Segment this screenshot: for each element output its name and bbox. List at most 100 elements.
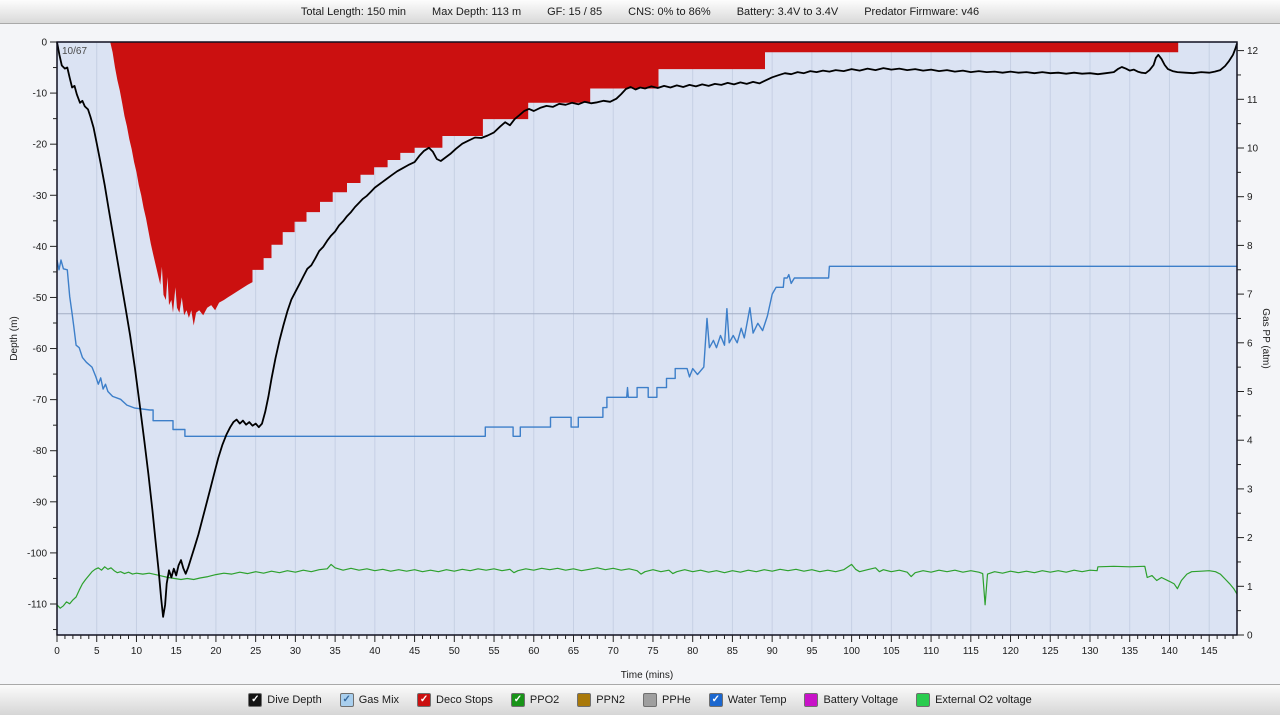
- checkbox-gas-mix[interactable]: ✓: [339, 693, 354, 707]
- svg-text:5: 5: [94, 646, 100, 657]
- svg-text:90: 90: [767, 646, 779, 657]
- svg-text:0: 0: [54, 646, 60, 657]
- svg-text:105: 105: [883, 646, 900, 657]
- checkbox-ppo2[interactable]: ✓: [510, 693, 525, 707]
- svg-text:35: 35: [330, 646, 342, 657]
- legend-item-external-o2[interactable]: External O2 voltage: [916, 693, 1032, 707]
- svg-text:45: 45: [409, 646, 421, 657]
- svg-text:-30: -30: [33, 191, 48, 202]
- stat-max-depth: Max Depth: 113 m: [432, 5, 522, 18]
- svg-text:-20: -20: [33, 140, 48, 151]
- checkmark-icon: ✓: [251, 694, 260, 705]
- legend-item-dive-depth[interactable]: ✓ Dive Depth: [248, 693, 322, 707]
- svg-text:20: 20: [210, 646, 222, 657]
- right-axis-title: Gas PP (atm): [1260, 308, 1271, 368]
- svg-text:0: 0: [1247, 631, 1253, 642]
- legend-label: PPO2: [529, 694, 560, 706]
- svg-text:1: 1: [1247, 582, 1253, 593]
- dive-profile-chart-area: 10/67 0 -10 -20 -30 -40 -50 -60 -70 -80 -90 -100 -11…: [0, 24, 1280, 684]
- svg-text:7: 7: [1247, 290, 1253, 301]
- svg-text:-80: -80: [33, 446, 48, 457]
- svg-text:115: 115: [963, 646, 979, 657]
- checkmark-icon: ✓: [419, 694, 429, 705]
- svg-text:75: 75: [647, 646, 659, 657]
- series-legend: ✓ Dive Depth ✓ Gas Mix ✓ Deco Stops ✓ PPO2 P…: [0, 684, 1280, 715]
- svg-text:25: 25: [250, 646, 262, 657]
- left-axis-title: Depth (m): [9, 316, 20, 360]
- legend-label: Water Temp: [727, 694, 787, 706]
- svg-text:8: 8: [1247, 241, 1253, 252]
- legend-label: PPHe: [662, 694, 691, 706]
- svg-text:-40: -40: [33, 242, 48, 253]
- legend-item-ppn2[interactable]: PPN2: [577, 693, 625, 707]
- svg-text:80: 80: [687, 646, 699, 657]
- svg-text:-100: -100: [27, 548, 47, 559]
- checkmark-icon: ✓: [513, 694, 523, 705]
- legend-label: Deco Stops: [436, 694, 493, 706]
- svg-text:10: 10: [131, 646, 143, 657]
- svg-text:55: 55: [488, 646, 500, 657]
- svg-text:70: 70: [608, 646, 620, 657]
- svg-text:145: 145: [1201, 646, 1218, 657]
- dive-stats-bar: Total Length: 150 min Max Depth: 113 m G…: [0, 0, 1280, 24]
- legend-label: Dive Depth: [267, 694, 322, 706]
- svg-text:130: 130: [1082, 646, 1099, 657]
- svg-text:40: 40: [369, 646, 381, 657]
- checkbox-deco-stops[interactable]: ✓: [417, 693, 432, 707]
- dive-profile-chart: 10/67 0 -10 -20 -30 -40 -50 -60 -70 -80 -90 -100 -11…: [9, 38, 1271, 682]
- legend-label: Battery Voltage: [823, 694, 899, 706]
- stat-cns: CNS: 0% to 86%: [628, 5, 711, 18]
- svg-text:-70: -70: [33, 395, 48, 406]
- svg-text:11: 11: [1247, 95, 1258, 106]
- svg-text:-110: -110: [28, 599, 48, 610]
- svg-text:95: 95: [806, 646, 818, 657]
- stat-firmware: Predator Firmware: v46: [864, 5, 980, 18]
- stat-total-length: Total Length: 150 min: [300, 5, 407, 18]
- checkmark-icon: ✓: [342, 694, 351, 705]
- checkbox-water-temp[interactable]: ✓: [708, 693, 723, 707]
- svg-text:100: 100: [843, 646, 860, 657]
- legend-item-battery-voltage[interactable]: Battery Voltage: [804, 693, 898, 707]
- svg-text:85: 85: [727, 646, 739, 657]
- svg-text:-50: -50: [33, 293, 48, 304]
- svg-text:65: 65: [568, 646, 580, 657]
- checkbox-ppn2[interactable]: [577, 693, 592, 707]
- svg-text:15: 15: [171, 646, 183, 657]
- svg-text:12: 12: [1247, 46, 1259, 57]
- svg-text:4: 4: [1247, 436, 1253, 447]
- checkbox-pphe[interactable]: [643, 693, 658, 707]
- svg-text:30: 30: [290, 646, 302, 657]
- svg-text:-60: -60: [33, 344, 48, 355]
- legend-label: Gas Mix: [358, 694, 400, 706]
- svg-text:120: 120: [1002, 646, 1019, 657]
- svg-text:9: 9: [1247, 192, 1253, 203]
- svg-text:50: 50: [449, 646, 461, 657]
- legend-label: External O2 voltage: [935, 694, 1032, 706]
- svg-text:6: 6: [1247, 338, 1253, 349]
- svg-text:-90: -90: [33, 497, 48, 508]
- stat-battery: Battery: 3.4V to 3.4V: [736, 5, 839, 18]
- svg-text:10: 10: [1247, 144, 1259, 155]
- svg-text:125: 125: [1042, 646, 1059, 657]
- svg-text:140: 140: [1161, 646, 1178, 657]
- svg-text:110: 110: [923, 646, 939, 657]
- svg-text:0: 0: [41, 38, 47, 49]
- legend-label: PPN2: [596, 694, 626, 706]
- svg-text:-10: -10: [33, 89, 48, 100]
- checkbox-external-o2[interactable]: [916, 693, 931, 707]
- legend-item-gas-mix[interactable]: ✓ Gas Mix: [339, 693, 400, 707]
- checkmark-icon: ✓: [711, 694, 720, 705]
- checkbox-battery-voltage[interactable]: [804, 693, 819, 707]
- legend-item-ppo2[interactable]: ✓ PPO2: [510, 693, 560, 707]
- stat-gf: GF: 15 / 85: [547, 5, 603, 18]
- svg-text:5: 5: [1247, 387, 1253, 398]
- checkbox-dive-depth[interactable]: ✓: [248, 693, 263, 707]
- x-axis-title: Time (mins): [621, 670, 673, 681]
- legend-item-pphe[interactable]: PPHe: [643, 693, 691, 707]
- svg-text:2: 2: [1247, 533, 1253, 544]
- gas-mix-annotation: 10/67: [62, 46, 87, 57]
- svg-text:135: 135: [1121, 646, 1138, 657]
- legend-item-deco-stops[interactable]: ✓ Deco Stops: [417, 693, 493, 707]
- svg-text:3: 3: [1247, 484, 1253, 495]
- legend-item-water-temp[interactable]: ✓ Water Temp: [708, 693, 787, 707]
